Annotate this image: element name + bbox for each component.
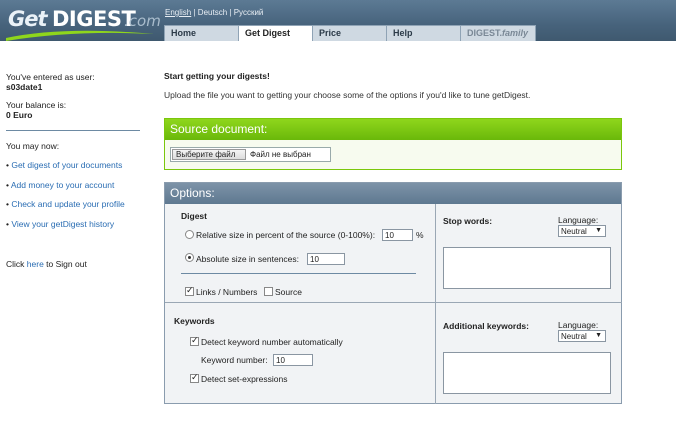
links-numbers-label: Links / Numbers [196, 287, 258, 297]
detect-set-checkbox[interactable] [190, 372, 199, 383]
tab-get-digest[interactable]: Get Digest [238, 25, 314, 41]
relative-size-label: Relative size in percent of the source (… [196, 230, 376, 240]
options-left-divider [165, 302, 435, 303]
chevron-down-icon: ▼ [595, 332, 602, 339]
choose-file-button[interactable]: Выберите файл [172, 149, 246, 160]
tab-help[interactable]: Help [386, 25, 462, 41]
absolute-size-input[interactable]: 10 [307, 253, 345, 265]
links-numbers-checkbox[interactable] [185, 285, 194, 296]
stop-words-language-value: Neutral [561, 227, 587, 236]
signout-post: to Sign out [43, 259, 87, 269]
tab-family-suffix: family [502, 28, 529, 38]
percent-sign: % [416, 230, 424, 240]
get-digest-link[interactable]: Get digest of your documents [11, 160, 122, 170]
header-bar: Get DIGEST .com English | Deutsch | Русс… [0, 0, 676, 41]
keyword-number-label: Keyword number: [201, 355, 268, 365]
sidebar-link-profile[interactable]: • Check and update your profile [6, 199, 125, 209]
stop-words-textarea[interactable] [443, 247, 611, 289]
keyword-number-input[interactable]: 10 [273, 354, 313, 366]
getdigest-logo[interactable]: Get DIGEST .com [4, 4, 161, 41]
additional-keywords-label: Additional keywords: [443, 321, 529, 331]
additional-language-value: Neutral [561, 332, 587, 341]
source-heading: Source document: [165, 119, 621, 140]
absolute-size-label: Absolute size in sentences: [196, 254, 300, 264]
detect-set-label: Detect set-expressions [201, 374, 288, 384]
detect-keyword-label: Detect keyword number automatically [201, 337, 343, 347]
sidebar-link-get-digest[interactable]: • Get digest of your documents [6, 160, 122, 170]
sidebar-divider [6, 130, 140, 131]
sidebar-link-add-money[interactable]: • Add money to your account [6, 180, 114, 190]
balance-label: Your balance is: [6, 100, 67, 110]
digest-separator [181, 273, 416, 274]
tab-home[interactable]: Home [164, 25, 240, 41]
options-vertical-divider [435, 204, 436, 404]
tab-family-prefix: DIGEST. [467, 28, 503, 38]
lang-deutsch-link[interactable]: Deutsch [198, 8, 227, 17]
additional-language-label: Language: [558, 320, 599, 330]
detect-keyword-checkbox[interactable] [190, 335, 199, 346]
keywords-label: Keywords [174, 316, 215, 326]
intro-text: Upload the file you want to getting your… [164, 90, 531, 100]
logo-swoosh-icon [6, 30, 154, 41]
may-now-label: You may now: [6, 141, 60, 151]
signout-line: Click here to Sign out [6, 259, 87, 269]
additional-language-select[interactable]: Neutral ▼ [558, 330, 606, 342]
entered-as-label: You've entered as user: [6, 72, 95, 82]
lang-english-link[interactable]: English [165, 8, 191, 17]
file-input[interactable]: Выберите файл Файл не выбран [170, 147, 331, 162]
chevron-down-icon: ▼ [595, 227, 602, 234]
digest-label: Digest [181, 211, 207, 221]
options-right-divider [436, 302, 622, 303]
history-link[interactable]: View your getDigest history [11, 219, 114, 229]
options-heading: Options: [165, 183, 621, 204]
stop-words-label: Stop words: [443, 216, 493, 226]
tab-price[interactable]: Price [312, 25, 388, 41]
relative-size-radio[interactable] [185, 230, 194, 239]
stop-words-language-select[interactable]: Neutral ▼ [558, 225, 606, 237]
absolute-size-radio[interactable] [185, 253, 194, 262]
options-panel: Options: Digest Relative size in percent… [164, 182, 622, 404]
sidebar-link-history[interactable]: • View your getDigest history [6, 219, 114, 229]
balance-value: 0 Euro [6, 110, 33, 120]
lang-russian-link[interactable]: Русский [234, 8, 264, 17]
stop-words-language-label: Language: [558, 215, 599, 225]
additional-keywords-textarea[interactable] [443, 352, 611, 394]
signout-here-link[interactable]: here [27, 259, 44, 269]
tab-digest-family[interactable]: DIGEST.family [460, 25, 536, 41]
add-money-link[interactable]: Add money to your account [11, 180, 114, 190]
language-switcher: English | Deutsch | Русский [165, 8, 263, 17]
source-label: Source [275, 287, 302, 297]
source-checkbox[interactable] [264, 287, 273, 296]
source-document-panel: Source document: Выберите файл Файл не в… [164, 118, 622, 170]
profile-link[interactable]: Check and update your profile [11, 199, 124, 209]
file-status: Файл не выбран [250, 150, 311, 159]
relative-size-input[interactable]: 10 [382, 229, 413, 241]
signout-pre: Click [6, 259, 27, 269]
page-title: Start getting your digests! [164, 71, 270, 81]
username: s03date1 [6, 82, 43, 92]
